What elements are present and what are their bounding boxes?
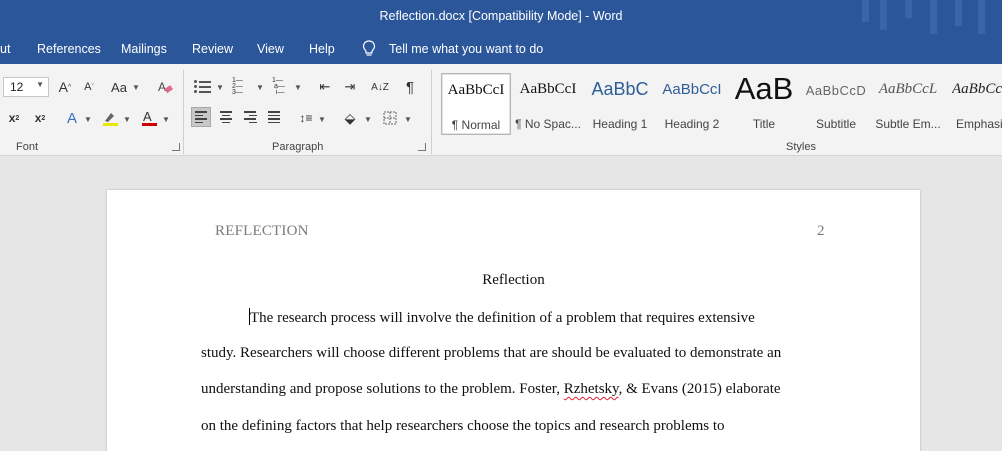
tab-references[interactable]: References: [37, 42, 101, 56]
numbering-icon[interactable]: 1— 2— 3—: [232, 77, 252, 97]
tab-view[interactable]: View: [257, 42, 284, 56]
styles-group-label: Styles: [786, 141, 816, 153]
style-title[interactable]: AaB Title: [730, 71, 798, 135]
style-emphasis[interactable]: AaBbCcL Emphasis: [948, 73, 1002, 135]
chevron-down-icon[interactable]: ▼: [123, 115, 131, 124]
dialog-launcher-icon[interactable]: [418, 143, 426, 151]
chevron-down-icon[interactable]: ▼: [216, 83, 224, 92]
font-color-icon: A: [142, 109, 157, 126]
body-line-4[interactable]: on the defining factors that help resear…: [201, 418, 725, 435]
ribbon: 12 ▼ A ^ Aˇ Aa ▼ A x2 x2 A ▼ ▼ A ▼ Font ▼…: [0, 64, 1002, 156]
eraser-icon: A: [158, 80, 173, 94]
increase-indent-icon[interactable]: ⇥: [339, 77, 361, 97]
tab-mailings[interactable]: Mailings: [121, 42, 167, 56]
text-effects-button[interactable]: A: [62, 108, 82, 128]
superscript-button[interactable]: x2: [30, 108, 50, 128]
font-size-box[interactable]: 12 ▼: [3, 77, 49, 97]
sort-icon[interactable]: A↓Z: [370, 77, 390, 97]
page-number: 2: [817, 223, 825, 239]
font-color-button[interactable]: A: [139, 108, 159, 128]
multilevel-list-icon[interactable]: 1— a— i—: [272, 77, 292, 97]
tab-layout[interactable]: ut: [0, 42, 10, 56]
title-bar: Reflection.docx [Compatibility Mode] - W…: [0, 0, 1002, 34]
group-separator: [183, 70, 184, 154]
svg-text:A: A: [143, 109, 152, 124]
style-no-spacing[interactable]: AaBbCcI ¶ No Spac...: [513, 73, 583, 135]
line-spacing-icon[interactable]: ↕≡: [296, 108, 316, 128]
subscript-button[interactable]: x2: [4, 108, 24, 128]
style-heading-2[interactable]: AaBbCcI Heading 2: [658, 73, 726, 135]
align-left-icon[interactable]: [191, 107, 211, 127]
tab-review[interactable]: Review: [192, 42, 233, 56]
body-line-2[interactable]: study. Researchers will choose different…: [201, 345, 781, 362]
misspelled-word[interactable]: Rzhetsky: [564, 381, 619, 397]
chevron-down-icon[interactable]: ▼: [294, 83, 302, 92]
document-page[interactable]: REFLECTION 2 Reflection The research pro…: [107, 190, 920, 451]
font-group-label: Font: [16, 141, 39, 153]
lightbulb-icon[interactable]: [362, 40, 376, 58]
highlight-button[interactable]: [100, 108, 120, 128]
align-center-icon[interactable]: [216, 107, 236, 127]
body-line-1[interactable]: The research process will involve the de…: [249, 308, 755, 327]
align-right-icon[interactable]: [240, 107, 260, 127]
justify-icon[interactable]: [264, 107, 284, 127]
highlighter-icon: [103, 113, 118, 126]
window-title: Reflection.docx [Compatibility Mode] - W…: [379, 9, 623, 23]
style-heading-1[interactable]: AaBbC Heading 1: [586, 73, 654, 135]
show-marks-icon[interactable]: ¶: [400, 77, 420, 97]
chevron-down-icon[interactable]: ▼: [84, 115, 92, 124]
tab-help[interactable]: Help: [309, 42, 335, 56]
grow-font-button[interactable]: A ^: [56, 77, 74, 97]
borders-icon[interactable]: [380, 108, 400, 128]
style-subtle-emphasis[interactable]: AaBbCcL Subtle Em...: [874, 73, 942, 135]
dialog-launcher-icon[interactable]: [172, 143, 180, 151]
chevron-down-icon[interactable]: ▼: [162, 115, 170, 124]
ribbon-tabs: ut References Mailings Review View Help …: [0, 34, 1002, 64]
document-title: Reflection: [482, 272, 545, 288]
shrink-font-button[interactable]: Aˇ: [80, 77, 98, 97]
chevron-down-icon[interactable]: ▼: [36, 80, 44, 89]
group-separator: [431, 70, 432, 154]
font-size-value: 12: [10, 80, 24, 94]
chevron-down-icon[interactable]: ▼: [256, 83, 264, 92]
paragraph-group-label: Paragraph: [272, 141, 324, 153]
running-head: REFLECTION: [215, 223, 309, 239]
style-normal[interactable]: AaBbCcI ¶ Normal: [441, 73, 511, 135]
shading-icon[interactable]: ⬙: [340, 108, 360, 128]
chevron-down-icon[interactable]: ▼: [132, 83, 140, 92]
clear-formatting-button[interactable]: A: [155, 77, 175, 97]
chevron-down-icon[interactable]: ▼: [318, 115, 326, 124]
bullets-icon[interactable]: [194, 79, 212, 93]
chevron-down-icon[interactable]: ▼: [364, 115, 372, 124]
svg-text:A: A: [158, 80, 166, 94]
chevron-down-icon[interactable]: ▼: [404, 115, 412, 124]
tell-me-search[interactable]: Tell me what you want to do: [389, 42, 543, 56]
body-line-3[interactable]: understanding and propose solutions to t…: [201, 381, 781, 398]
style-subtitle[interactable]: AaBbCcD Subtitle: [802, 73, 870, 135]
decrease-indent-icon[interactable]: ⇤: [314, 77, 336, 97]
change-case-button[interactable]: Aa: [108, 77, 130, 97]
